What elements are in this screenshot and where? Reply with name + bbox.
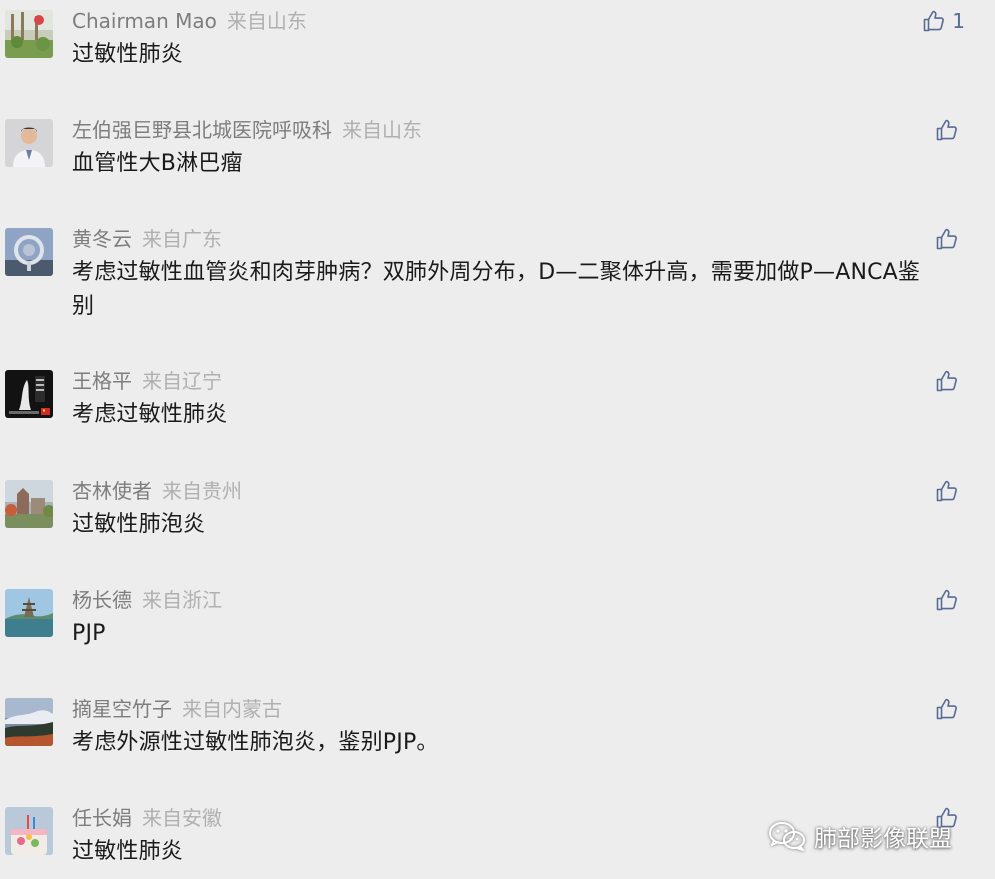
author-name[interactable]: 杨长德: [72, 588, 132, 612]
avatar[interactable]: [5, 589, 53, 637]
like-button[interactable]: [935, 115, 965, 145]
avatar[interactable]: [5, 698, 53, 746]
comment-text: PJP: [72, 621, 106, 646]
author-name[interactable]: 杏林使者: [72, 479, 152, 503]
comment-text: 血管性大B淋巴瘤: [72, 151, 243, 176]
thumbs-up-icon: [936, 228, 957, 250]
like-button[interactable]: [935, 476, 965, 506]
comment-text: 过敏性肺泡炎: [72, 512, 206, 537]
thumbs-up-icon: [936, 119, 957, 141]
avatar[interactable]: [5, 480, 53, 528]
comment-item: 左伯强巨野县北城医院呼吸科 来自山东 血管性大B淋巴瘤: [0, 109, 995, 209]
comment-text: 考虑外源性过敏性肺泡炎，鉴别PJP。: [72, 730, 439, 755]
author-location: 来自安徽: [142, 806, 222, 830]
comment-text: 过敏性肺炎: [72, 42, 184, 67]
comment-meta: 任长娟 来自安徽: [72, 804, 222, 832]
author-location: 来自广东: [142, 227, 222, 251]
comment-item: 杨长德 来自浙江 PJP: [0, 579, 995, 679]
comment-meta: Chairman Mao 来自山东: [72, 7, 307, 35]
comment-item: 任长娟 来自安徽 过敏性肺炎: [0, 797, 995, 879]
comment-text: 考虑过敏性血管炎和肉芽肿病？双肺外周分布，D—二聚体升高，需要加做P—ANCA鉴…: [72, 260, 921, 319]
like-count: 1: [952, 9, 965, 33]
author-location: 来自浙江: [142, 588, 222, 612]
like-button[interactable]: [935, 585, 965, 615]
comment-item: Chairman Mao 来自山东 1 过敏性肺炎: [0, 0, 995, 100]
author-name[interactable]: 左伯强巨野县北城医院呼吸科: [72, 118, 332, 142]
author-location: 来自辽宁: [142, 369, 222, 393]
avatar[interactable]: [5, 807, 53, 855]
comment-meta: 黄冬云 来自广东: [72, 225, 222, 253]
thumbs-up-icon: [923, 10, 945, 32]
comment-text: 过敏性肺炎: [72, 839, 184, 864]
author-name[interactable]: 王格平: [72, 369, 132, 393]
comment-item: 王格平 来自辽宁 考虑过敏性肺炎: [0, 360, 995, 460]
comment-meta: 杏林使者 来自贵州: [72, 477, 242, 505]
author-name[interactable]: 黄冬云: [72, 227, 132, 251]
author-location: 来自山东: [342, 118, 422, 142]
comment-item: 杏林使者 来自贵州 过敏性肺泡炎: [0, 470, 995, 570]
author-name[interactable]: Chairman Mao: [72, 9, 217, 33]
comment-item: 黄冬云 来自广东 考虑过敏性血管炎和肉芽肿病？双肺外周分布，D—二聚体升高，需要加…: [0, 218, 995, 352]
thumbs-up-icon: [936, 807, 957, 829]
thumbs-up-icon: [936, 370, 957, 392]
comment-meta: 摘星空竹子 来自内蒙古: [72, 695, 282, 723]
comment-meta: 杨长德 来自浙江: [72, 586, 222, 614]
like-button[interactable]: 1: [922, 6, 965, 36]
comment-text: 考虑过敏性肺炎: [72, 402, 228, 427]
like-button[interactable]: [935, 366, 965, 396]
like-button[interactable]: [935, 803, 965, 833]
author-location: 来自内蒙古: [182, 697, 282, 721]
comment-item: 摘星空竹子 来自内蒙古 考虑外源性过敏性肺泡炎，鉴别PJP。: [0, 688, 995, 788]
avatar[interactable]: [5, 119, 53, 167]
avatar[interactable]: [5, 370, 53, 418]
comment-meta: 王格平 来自辽宁: [72, 367, 222, 395]
author-name[interactable]: 任长娟: [72, 806, 132, 830]
like-button[interactable]: [935, 694, 965, 724]
comment-list: Chairman Mao 来自山东 1 过敏性肺炎 左伯强巨野县北城医院呼吸科 来自…: [0, 0, 995, 879]
comment-meta: 左伯强巨野县北城医院呼吸科 来自山东: [72, 116, 422, 144]
avatar[interactable]: [5, 10, 53, 58]
like-button[interactable]: [935, 224, 965, 254]
thumbs-up-icon: [936, 698, 957, 720]
thumbs-up-icon: [936, 480, 957, 502]
author-location: 来自贵州: [162, 479, 242, 503]
avatar[interactable]: [5, 228, 53, 276]
author-location: 来自山东: [226, 9, 307, 33]
thumbs-up-icon: [936, 589, 957, 611]
author-name[interactable]: 摘星空竹子: [72, 697, 172, 721]
